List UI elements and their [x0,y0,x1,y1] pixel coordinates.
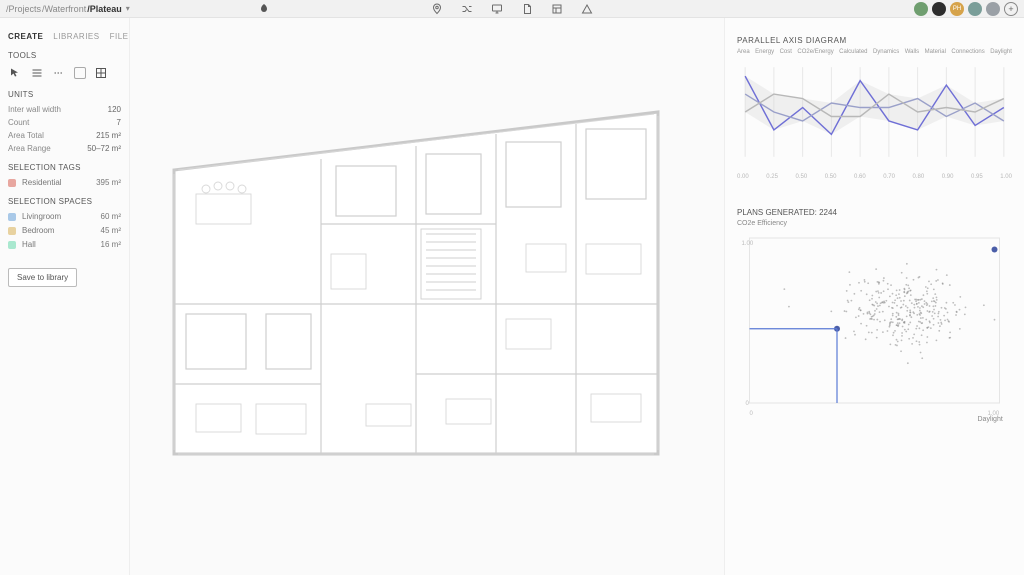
section-selection-spaces: SELECTION SPACES [8,197,121,206]
section-units: UNITS [8,90,121,99]
unit-inner-wall[interactable]: Inter wall width120 [8,105,121,114]
color-swatch-icon [8,227,16,235]
tag-residential[interactable]: Residential 395 m² [8,178,121,187]
topbar: /Projects /Waterfront /Plateau ▾ PH + [0,0,1024,18]
add-user-button[interactable]: + [1004,2,1018,16]
svg-text:1.00: 1.00 [742,241,754,247]
left-panel: CREATE LIBRARIES FILE TOOLS UNITS Inter … [0,18,130,575]
color-swatch-icon [8,213,16,221]
layout-icon[interactable] [551,3,563,15]
scatter-y-label: CO2e Efficiency [737,220,1012,227]
color-swatch-icon [8,241,16,249]
breadcrumb-plateau[interactable]: /Plateau [87,4,122,14]
floorplan-drawing[interactable] [166,104,666,474]
shuffle-icon[interactable] [461,3,473,15]
pin-icon[interactable] [431,3,443,15]
floorplan-canvas[interactable] [130,18,724,575]
dash-tool-icon[interactable] [52,66,66,80]
right-panel: PARALLEL AXIS DIAGRAM Area Energy Cost C… [724,18,1024,575]
app-logo-icon[interactable] [258,3,270,15]
chevron-down-icon[interactable]: ▾ [126,4,130,13]
unit-count[interactable]: Count7 [8,118,121,127]
color-swatch-icon [8,179,16,187]
lines-tool-icon[interactable] [30,66,44,80]
breadcrumb-projects[interactable]: /Projects [6,4,41,14]
triangle-icon[interactable] [581,3,593,15]
svg-text:0: 0 [746,401,750,407]
tab-create[interactable]: CREATE [8,32,43,41]
tab-file[interactable]: FILE [110,32,129,41]
svg-text:Daylight: Daylight [978,416,1003,423]
page-tabs: CREATE LIBRARIES FILE [8,32,121,41]
top-toolbar [431,0,593,18]
section-tools: TOOLS [8,51,121,60]
scatter-chart[interactable]: 0 1.00 0 1.00 Daylight [737,233,1012,423]
parallel-axis-ticks: 0.00 0.25 0.50 0.50 0.60 0.70 0.80 0.90 … [737,174,1012,180]
page-icon[interactable] [521,3,533,15]
parallel-axis-chart[interactable] [737,57,1012,167]
space-bedroom[interactable]: Bedroom 45 m² [8,226,121,235]
breadcrumb[interactable]: /Projects /Waterfront /Plateau ▾ [6,4,130,14]
space-livingroom[interactable]: Livingroom 60 m² [8,212,121,221]
save-to-library-button[interactable]: Save to library [8,268,77,287]
tab-libraries[interactable]: LIBRARIES [53,32,99,41]
monitor-icon[interactable] [491,3,503,15]
avatar[interactable] [986,2,1000,16]
unit-area-range[interactable]: Area Range50–72 m² [8,144,121,153]
user-avatars: PH + [914,2,1018,16]
avatar[interactable] [932,2,946,16]
grid-tool-icon[interactable] [94,66,108,80]
parallel-axis-title: PARALLEL AXIS DIAGRAM [737,36,1012,45]
rect-tool-icon[interactable] [74,67,86,79]
avatar[interactable] [968,2,982,16]
parallel-axis-labels: Area Energy Cost CO2e/Energy Calculated … [737,49,1012,55]
avatar[interactable] [914,2,928,16]
svg-text:0: 0 [750,411,754,417]
tool-row [8,66,121,80]
breadcrumb-waterfront[interactable]: /Waterfront [42,4,86,14]
unit-area-total[interactable]: Area Total215 m² [8,131,121,140]
cursor-tool-icon[interactable] [8,66,22,80]
section-selection-tags: SELECTION TAGS [8,163,121,172]
plans-generated-title: PLANS GENERATED: 2244 [737,208,1012,217]
space-hall[interactable]: Hall 16 m² [8,240,121,249]
avatar[interactable]: PH [950,2,964,16]
